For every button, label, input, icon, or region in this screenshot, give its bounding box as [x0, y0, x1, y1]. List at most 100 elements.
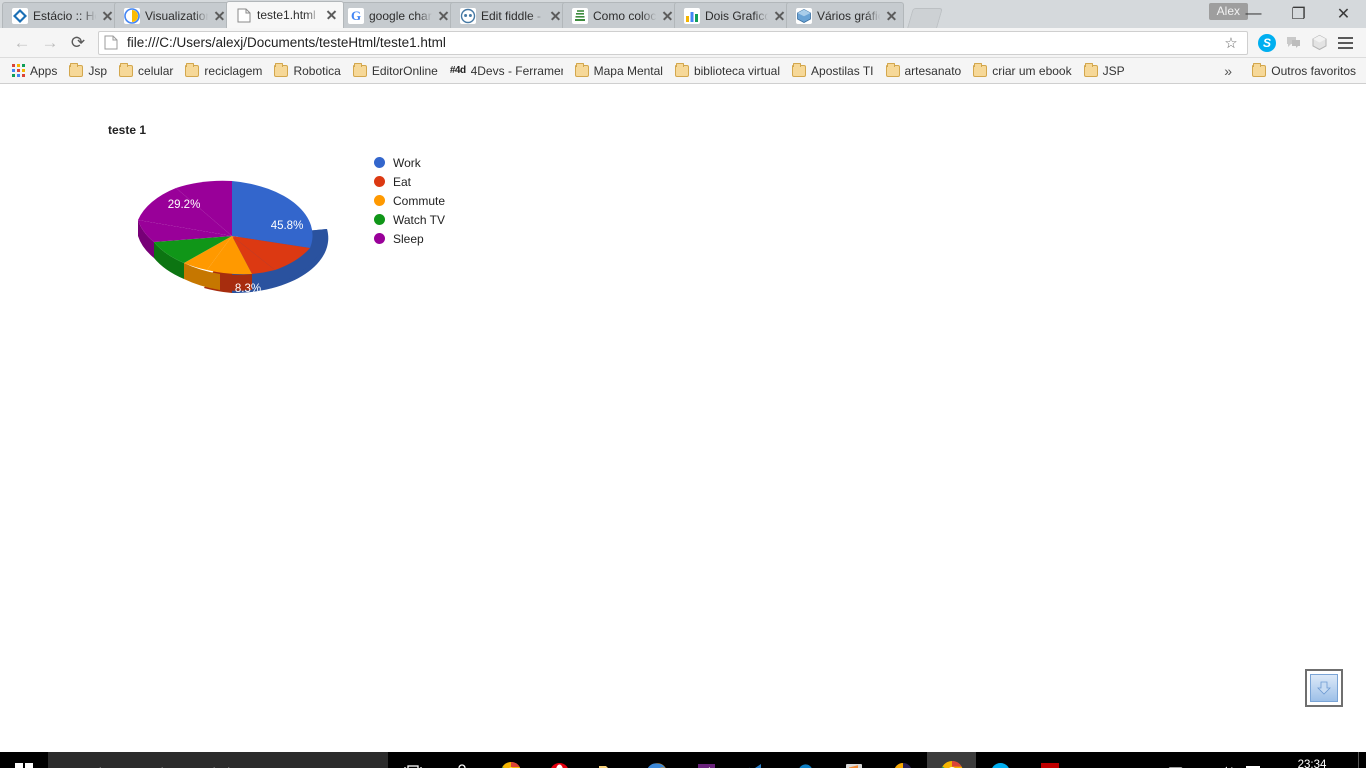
close-icon[interactable]	[437, 9, 451, 23]
star-icon[interactable]: ☆	[1220, 34, 1242, 52]
taskbar-vs-code-icon[interactable]	[731, 752, 780, 768]
wifi-icon[interactable]	[1188, 752, 1214, 768]
browser-tab-2[interactable]: teste1.html	[226, 1, 344, 28]
close-window-button[interactable]: ✕	[1321, 0, 1366, 28]
bookmark-mapa-mental[interactable]: Mapa Mental	[569, 62, 669, 80]
taskbar-eclipse-icon[interactable]	[878, 752, 927, 768]
bookmark-celular[interactable]: celular	[113, 62, 179, 80]
bookmark-label: Mapa Mental	[593, 63, 663, 78]
start-button[interactable]	[0, 752, 48, 768]
bookmark-jsp-upper[interactable]: JSP	[1078, 62, 1131, 80]
browser-tab-0[interactable]: Estácio :: Home	[2, 2, 120, 28]
bookmark-biblioteca-virtual[interactable]: biblioteca virtual	[669, 62, 786, 80]
google-devs-icon	[124, 7, 140, 24]
taskbar-search-input[interactable]: Pesquisar na Web e no Windows	[48, 752, 388, 768]
tab-title: Edit fiddle - JSFi	[481, 8, 547, 23]
bookmark-jsp[interactable]: Jsp	[63, 62, 113, 80]
bookmark-label: Robotica	[293, 63, 341, 78]
bookmark-label: celular	[138, 63, 174, 78]
bookmark-robotica[interactable]: Robotica	[268, 62, 346, 80]
legend-item-eat[interactable]: Eat	[374, 172, 445, 191]
show-desktop-button[interactable]	[1358, 752, 1366, 768]
tab-title: Estácio :: Home	[33, 8, 99, 23]
jsfiddle-icon	[460, 7, 476, 24]
stackoverflow-icon	[572, 7, 588, 24]
pie-chart[interactable]: 45.8% 8.3% 29.2%	[132, 146, 332, 326]
maximize-button[interactable]: ❐	[1276, 0, 1321, 28]
taskbar-google-chrome-icon[interactable]	[486, 752, 535, 768]
bookmark-artesanato[interactable]: artesanato	[880, 62, 968, 80]
pie-label-sleep: 29.2%	[168, 199, 201, 211]
reload-icon[interactable]: ⟳	[64, 29, 92, 57]
tray-expand-chevron-icon[interactable]	[1136, 752, 1162, 768]
address-bar[interactable]: file:///C:/Users/alexj/Documents/testeHt…	[98, 30, 1248, 55]
bookmark-criar-um-ebook[interactable]: criar um ebook	[967, 62, 1077, 80]
taskbar-clock[interactable]: 23:34 15/06/2016	[1266, 758, 1358, 768]
folder-icon	[69, 62, 84, 77]
taskbar-visual-studio-icon[interactable]	[682, 752, 731, 768]
close-icon[interactable]	[325, 8, 339, 22]
bookmarks-overflow-button[interactable]: »	[1218, 63, 1238, 79]
legend-item-watch-tv[interactable]: Watch TV	[374, 210, 445, 229]
bookmark-label: Apps	[30, 63, 58, 78]
close-icon[interactable]	[661, 9, 675, 23]
battery-icon[interactable]	[1162, 752, 1188, 768]
taskbar-microsoft-store-icon[interactable]	[437, 752, 486, 768]
legend-item-work[interactable]: Work	[374, 153, 445, 172]
close-icon[interactable]	[101, 9, 115, 23]
tab-title: Visualization: Pie	[145, 8, 211, 23]
browser-tab-1[interactable]: Visualization: Pie	[114, 2, 232, 28]
bookmark-editoronline[interactable]: EditorOnline	[347, 62, 444, 80]
download-widget[interactable]	[1305, 669, 1343, 707]
close-icon[interactable]	[213, 9, 227, 23]
browser-tab-strip: Estácio :: Home Visualization: Pie teste…	[0, 0, 1366, 28]
new-tab-button[interactable]	[907, 8, 943, 28]
windows-taskbar: Pesquisar na Web e no Windows	[0, 752, 1366, 768]
taskbar-file-explorer-icon[interactable]	[584, 752, 633, 768]
forward-icon[interactable]: →	[36, 29, 64, 57]
close-icon[interactable]	[549, 9, 563, 23]
close-icon[interactable]	[885, 9, 899, 23]
tab-title: Vários gráficos (	[817, 8, 883, 23]
folder-icon	[674, 62, 689, 77]
taskbar-task-view-button[interactable]	[388, 752, 437, 768]
taskbar-filezilla-icon[interactable]: Fz	[1025, 752, 1074, 768]
taskbar-opera-icon[interactable]	[535, 752, 584, 768]
bookmark-reciclagem[interactable]: reciclagem	[179, 62, 268, 80]
close-icon[interactable]	[773, 9, 787, 23]
taskbar-chrome-window-icon[interactable]	[927, 752, 976, 768]
folder-icon	[274, 62, 289, 77]
chrome-menu-button[interactable]	[1332, 30, 1358, 56]
browser-tab-7[interactable]: Vários gráficos (	[786, 2, 904, 28]
minimize-button[interactable]: —	[1231, 0, 1276, 28]
taskbar-microsoft-edge-icon[interactable]	[780, 752, 829, 768]
bookmark-label: Outros favoritos	[1271, 63, 1356, 78]
legend-item-commute[interactable]: Commute	[374, 191, 445, 210]
skype-extension-icon[interactable]: S	[1254, 30, 1280, 56]
notifications-icon[interactable]	[1240, 752, 1266, 768]
browser-tab-3[interactable]: G google charts d	[338, 2, 456, 28]
bookmark-label: artesanato	[904, 63, 962, 78]
back-icon[interactable]: ←	[8, 29, 36, 57]
taskbar-mozilla-firefox-icon[interactable]	[633, 752, 682, 768]
bookmark-other-favorites[interactable]: Outros favoritos	[1246, 62, 1362, 80]
page-icon	[104, 35, 120, 51]
bookmark-label: Apostilas TI	[811, 63, 874, 78]
bookmark-4devs[interactable]: #4d 4Devs - Ferramentas o	[444, 62, 569, 80]
bookmark-apostilas-ti[interactable]: Apostilas TI	[786, 62, 879, 80]
legend-label: Eat	[393, 174, 412, 189]
translate-extension-icon[interactable]	[1280, 30, 1306, 56]
bookmark-apps[interactable]: Apps	[6, 62, 63, 80]
taskbar-skype-icon[interactable]: S	[976, 752, 1025, 768]
cube-extension-icon[interactable]	[1306, 30, 1332, 56]
volume-icon[interactable]	[1214, 752, 1240, 768]
apps-grid-icon	[12, 64, 25, 77]
browser-tab-6[interactable]: Dois Graficos de	[674, 2, 792, 28]
legend-item-sleep[interactable]: Sleep	[374, 229, 445, 248]
folder-icon	[352, 62, 367, 77]
url-text: file:///C:/Users/alexj/Documents/testeHt…	[127, 35, 446, 50]
taskbar-sublime-text-icon[interactable]	[829, 752, 878, 768]
clock-time: 23:34	[1297, 759, 1327, 768]
browser-tab-5[interactable]: Como colocar d	[562, 2, 680, 28]
browser-tab-4[interactable]: Edit fiddle - JSFi	[450, 2, 568, 28]
